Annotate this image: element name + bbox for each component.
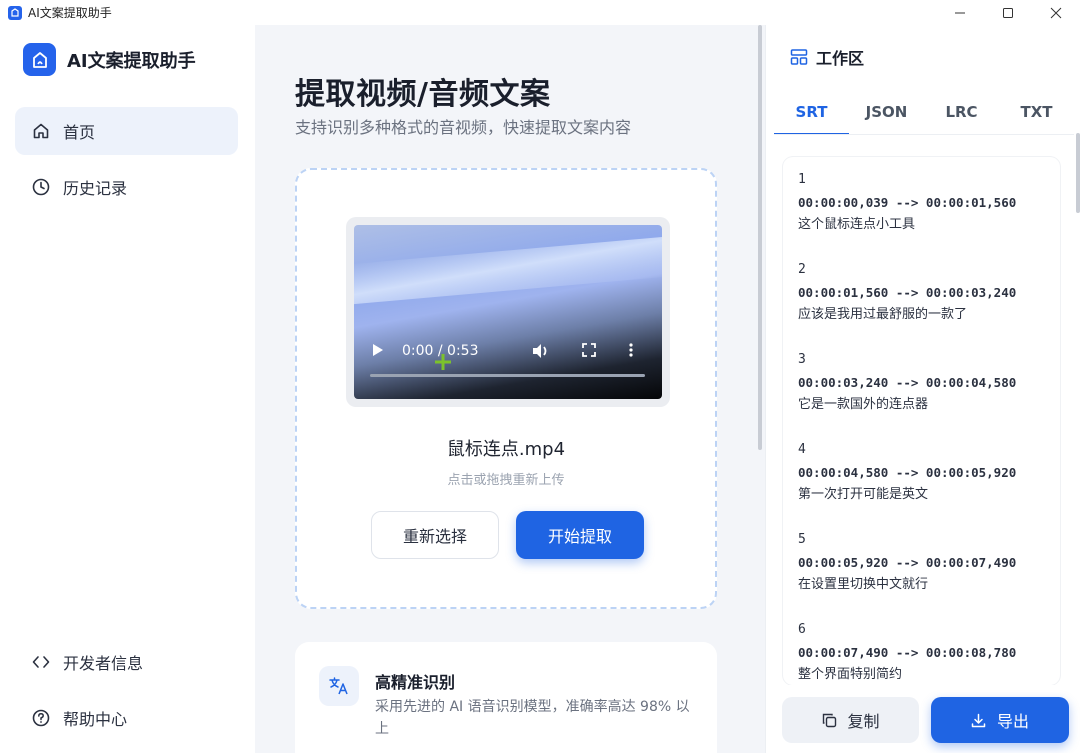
reselect-button[interactable]: 重新选择 bbox=[371, 511, 499, 559]
tab-txt[interactable]: TXT bbox=[999, 103, 1074, 135]
workspace-header: 工作区 bbox=[790, 45, 864, 69]
srt-entry: 1 00:00:00,039 --> 00:00:01,560 这个鼠标连点小工… bbox=[783, 169, 1060, 259]
fullscreen-icon bbox=[582, 343, 596, 357]
srt-text: 这个鼠标连点小工具 bbox=[798, 217, 916, 232]
srt-text: 整个界面特别简约 bbox=[798, 667, 903, 682]
srt-output[interactable]: 1 00:00:00,039 --> 00:00:01,560 这个鼠标连点小工… bbox=[783, 157, 1060, 685]
srt-index: 6 bbox=[798, 622, 806, 637]
video-frame-image bbox=[354, 235, 662, 305]
more-vertical-icon bbox=[629, 343, 633, 357]
tab-srt[interactable]: SRT bbox=[774, 103, 849, 135]
close-button[interactable] bbox=[1032, 0, 1080, 25]
close-icon bbox=[1050, 7, 1062, 18]
window-title: AI文案提取助手 bbox=[28, 6, 112, 20]
minimize-button[interactable] bbox=[936, 0, 984, 25]
volume-icon bbox=[533, 344, 547, 358]
title-bar: AI文案提取助手 bbox=[0, 0, 1080, 25]
sidebar-item-help[interactable]: 帮助中心 bbox=[15, 694, 238, 742]
srt-timecode: 00:00:04,580 --> 00:00:05,920 bbox=[798, 464, 1017, 480]
srt-text: 应该是我用过最舒服的一款了 bbox=[798, 307, 968, 322]
srt-entry: 4 00:00:04,580 --> 00:00:05,920 第一次打开可能是… bbox=[783, 439, 1060, 529]
srt-text: 它是一款国外的连点器 bbox=[798, 397, 929, 412]
srt-entry: 5 00:00:05,920 --> 00:00:07,490 在设置里切换中文… bbox=[783, 529, 1060, 619]
copy-button[interactable]: 复制 bbox=[782, 697, 919, 743]
srt-timecode: 00:00:07,490 --> 00:00:08,780 bbox=[798, 644, 1017, 660]
upload-hint: 点击或拖拽重新上传 bbox=[447, 473, 565, 488]
srt-entry: 3 00:00:03,240 --> 00:00:04,580 它是一款国外的连… bbox=[783, 349, 1060, 439]
sidebar-item-history[interactable]: 历史记录 bbox=[15, 163, 238, 211]
srt-text: 第一次打开可能是英文 bbox=[798, 487, 929, 502]
sidebar-item-developer[interactable]: 开发者信息 bbox=[15, 638, 238, 686]
app-icon bbox=[8, 5, 22, 20]
crosshair-cursor-icon bbox=[435, 354, 451, 370]
help-icon bbox=[31, 708, 51, 728]
logo-icon bbox=[32, 51, 47, 68]
main-content: 提取视频/音频文案 支持识别多种格式的音视频，快速提取文案内容 0:00 / 0… bbox=[255, 25, 765, 753]
download-icon bbox=[971, 712, 987, 728]
sidebar-item-home[interactable]: 首页 bbox=[15, 107, 238, 155]
home-icon bbox=[31, 121, 51, 141]
translate-icon bbox=[319, 666, 359, 706]
srt-timecode: 00:00:00,039 --> 00:00:01,560 bbox=[798, 194, 1017, 210]
workspace-title: 工作区 bbox=[816, 49, 865, 68]
upload-dropzone[interactable]: 0:00 / 0:53 鼠标连点.mp4 点击或拖拽重新上传 重新选择 开始提取 bbox=[295, 168, 717, 609]
srt-index: 2 bbox=[798, 262, 806, 277]
sidebar-item-label: 帮助中心 bbox=[63, 710, 128, 729]
srt-index: 5 bbox=[798, 532, 806, 547]
video-player[interactable]: 0:00 / 0:53 bbox=[354, 225, 662, 399]
fullscreen-button[interactable] bbox=[582, 343, 596, 357]
tabs-divider bbox=[774, 134, 1074, 135]
srt-text: 在设置里切换中文就行 bbox=[798, 577, 929, 592]
start-extract-button[interactable]: 开始提取 bbox=[516, 511, 644, 559]
file-name: 鼠标连点.mp4 bbox=[446, 439, 566, 460]
sidebar-item-label: 开发者信息 bbox=[63, 654, 144, 673]
copy-label: 复制 bbox=[847, 712, 880, 731]
code-icon bbox=[31, 652, 51, 672]
srt-index: 4 bbox=[798, 442, 806, 457]
tab-lrc[interactable]: LRC bbox=[924, 103, 999, 135]
srt-index: 3 bbox=[798, 352, 806, 367]
sidebar: AI文案提取助手 首页 历史记录 开发者信息 帮助中心 bbox=[0, 25, 255, 753]
format-tabs: SRT JSON LRC TXT bbox=[774, 103, 1074, 135]
page-subtitle: 支持识别多种格式的音视频，快速提取文案内容 bbox=[295, 118, 632, 137]
export-label: 导出 bbox=[996, 712, 1029, 731]
maximize-button[interactable] bbox=[984, 0, 1032, 25]
copy-icon bbox=[821, 712, 837, 728]
main-scrollbar[interactable] bbox=[758, 25, 762, 450]
srt-timecode: 00:00:03,240 --> 00:00:04,580 bbox=[798, 374, 1017, 390]
play-icon bbox=[373, 344, 383, 356]
video-progress-bar[interactable] bbox=[370, 374, 645, 377]
volume-button[interactable] bbox=[532, 343, 550, 359]
app-name: AI文案提取助手 bbox=[67, 51, 196, 72]
app-logo bbox=[23, 43, 56, 76]
srt-entry: 2 00:00:01,560 --> 00:00:03,240 应该是我用过最舒… bbox=[783, 259, 1060, 349]
export-button[interactable]: 导出 bbox=[931, 697, 1069, 743]
clock-icon bbox=[31, 177, 51, 197]
minimize-icon bbox=[955, 12, 965, 13]
maximize-icon bbox=[1003, 7, 1013, 18]
layout-icon bbox=[790, 49, 808, 65]
window-controls bbox=[936, 0, 1080, 25]
more-options-button[interactable] bbox=[629, 343, 633, 357]
feature-description: 采用先进的 AI 语音识别模型，准确率高达 98% 以上 bbox=[375, 699, 690, 737]
workspace-panel: 工作区 SRT JSON LRC TXT 1 00:00:00,039 --> … bbox=[765, 25, 1080, 753]
tab-json[interactable]: JSON bbox=[849, 103, 924, 135]
page-title: 提取视频/音频文案 bbox=[295, 77, 551, 112]
feature-title: 高精准识别 bbox=[375, 673, 456, 692]
feature-card: 高精准识别 采用先进的 AI 语音识别模型，准确率高达 98% 以上 bbox=[295, 642, 717, 753]
play-button[interactable] bbox=[372, 343, 384, 357]
srt-entry: 6 00:00:07,490 --> 00:00:08,780 整个界面特别简约 bbox=[783, 619, 1060, 685]
srt-index: 1 bbox=[798, 172, 806, 187]
sidebar-item-label: 历史记录 bbox=[63, 179, 128, 198]
sidebar-item-label: 首页 bbox=[63, 123, 96, 142]
workspace-scrollbar[interactable] bbox=[1076, 133, 1080, 213]
video-preview-frame: 0:00 / 0:53 bbox=[346, 217, 670, 407]
srt-timecode: 00:00:01,560 --> 00:00:03,240 bbox=[798, 284, 1017, 300]
workspace-footer: 复制 导出 bbox=[766, 685, 1080, 753]
srt-timecode: 00:00:05,920 --> 00:00:07,490 bbox=[798, 554, 1017, 570]
